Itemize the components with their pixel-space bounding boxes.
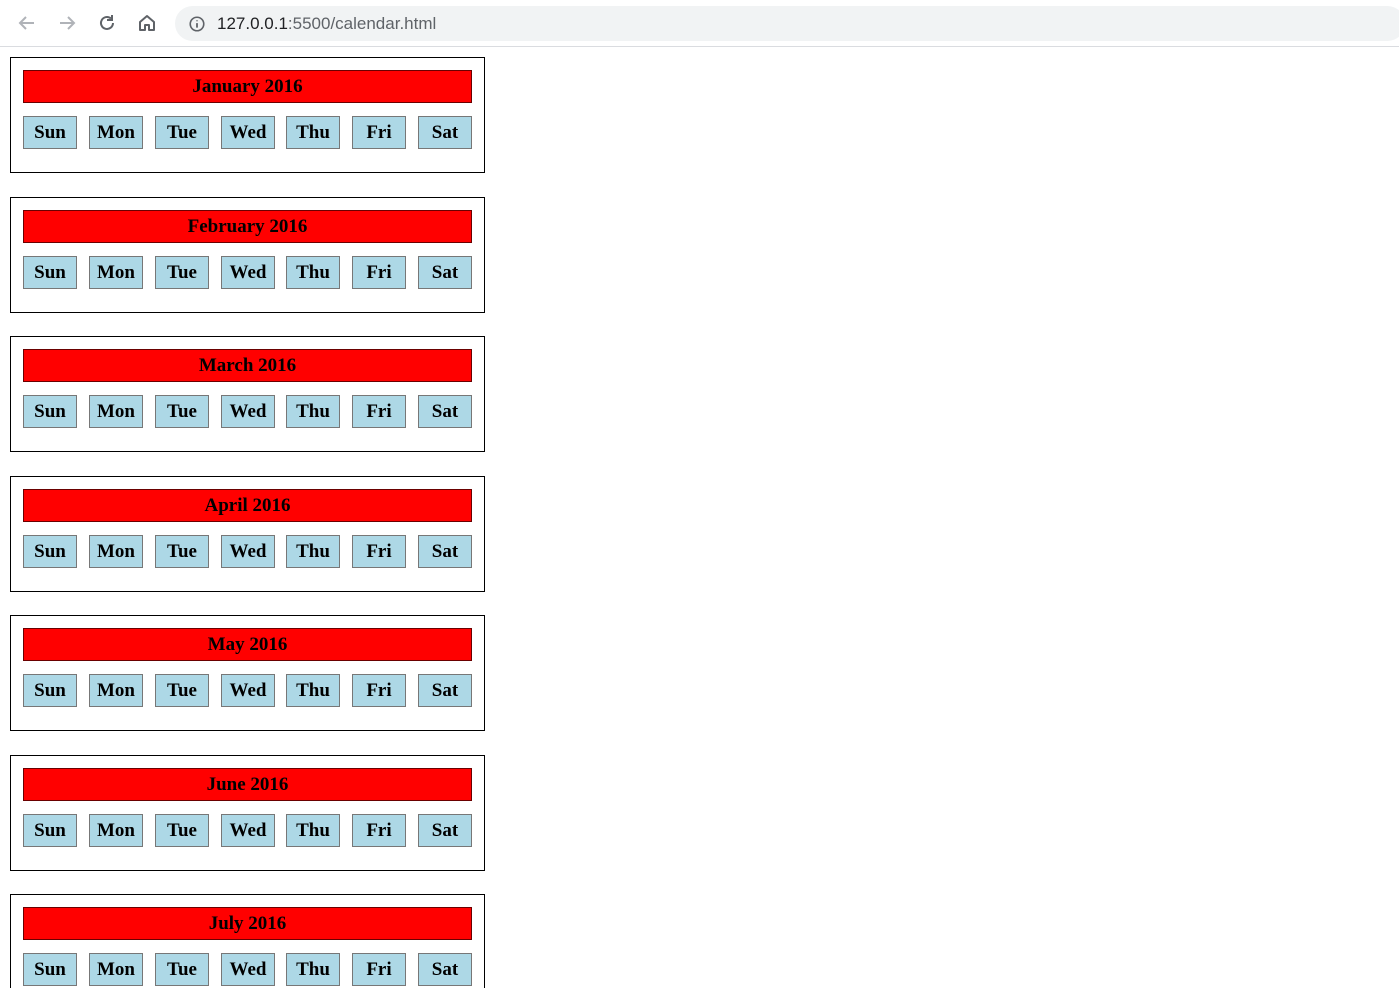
arrow-right-icon	[60, 16, 76, 30]
weekday-header-sat: Sat	[418, 116, 472, 149]
month-calendar: February 2016 Sun Mon Tue Wed Thu Fri Sat	[10, 197, 485, 313]
month-calendar: July 2016 Sun Mon Tue Wed Thu Fri Sat	[10, 894, 485, 988]
weekday-header-sat: Sat	[418, 395, 472, 428]
weekday-header-sun: Sun	[23, 116, 77, 149]
weekday-header-mon: Mon	[89, 256, 143, 289]
weekday-header-fri: Fri	[352, 256, 406, 289]
home-button[interactable]	[131, 7, 163, 39]
weekday-header-thu: Thu	[286, 395, 340, 428]
weekday-header-sat: Sat	[418, 535, 472, 568]
weekday-header-fri: Fri	[352, 814, 406, 847]
weekday-header-thu: Thu	[286, 814, 340, 847]
weekday-header-mon: Mon	[89, 953, 143, 986]
weekday-header-sat: Sat	[418, 256, 472, 289]
address-bar[interactable]: 127.0.0.1:5500/calendar.html	[175, 6, 1399, 41]
weekday-header-wed: Wed	[221, 395, 275, 428]
weekday-header-wed: Wed	[221, 116, 275, 149]
weekday-header-thu: Thu	[286, 116, 340, 149]
month-calendar: June 2016 Sun Mon Tue Wed Thu Fri Sat	[10, 755, 485, 871]
weekday-header-tue: Tue	[155, 814, 209, 847]
site-info-icon[interactable]	[187, 14, 207, 34]
month-title: February 2016	[23, 210, 472, 243]
weekday-header-tue: Tue	[155, 395, 209, 428]
page-content: January 2016 Sun Mon Tue Wed Thu Fri Sat Februar…	[0, 47, 1399, 988]
back-button[interactable]	[11, 7, 43, 39]
weekday-header-sat: Sat	[418, 953, 472, 986]
weekday-header-tue: Tue	[155, 535, 209, 568]
weekday-header-tue: Tue	[155, 674, 209, 707]
weekday-header-thu: Thu	[286, 535, 340, 568]
weekday-header-fri: Fri	[352, 395, 406, 428]
forward-button[interactable]	[51, 7, 83, 39]
browser-toolbar: 127.0.0.1:5500/calendar.html	[0, 0, 1399, 47]
month-title: April 2016	[23, 489, 472, 522]
url-host: 127.0.0.1	[217, 13, 288, 33]
weekday-header-mon: Mon	[89, 674, 143, 707]
weekday-header-mon: Mon	[89, 395, 143, 428]
month-calendar: March 2016 Sun Mon Tue Wed Thu Fri Sat	[10, 336, 485, 452]
weekday-header-fri: Fri	[352, 535, 406, 568]
weekday-header-tue: Tue	[155, 116, 209, 149]
home-icon	[139, 15, 155, 31]
weekday-header-sun: Sun	[23, 814, 77, 847]
month-calendar: May 2016 Sun Mon Tue Wed Thu Fri Sat	[10, 615, 485, 731]
weekday-header-sun: Sun	[23, 535, 77, 568]
month-title: January 2016	[23, 70, 472, 103]
url-path: :5500/calendar.html	[287, 13, 437, 33]
weekday-header-sun: Sun	[23, 395, 77, 428]
weekday-header-wed: Wed	[221, 256, 275, 289]
weekday-header-fri: Fri	[352, 953, 406, 986]
weekday-header-thu: Thu	[286, 256, 340, 289]
weekday-header-sat: Sat	[418, 674, 472, 707]
month-title: May 2016	[23, 628, 472, 661]
weekday-header-mon: Mon	[89, 116, 143, 149]
month-calendar: January 2016 Sun Mon Tue Wed Thu Fri Sat	[10, 57, 485, 173]
weekday-header-sun: Sun	[23, 953, 77, 986]
weekday-header-thu: Thu	[286, 674, 340, 707]
month-title: March 2016	[23, 349, 472, 382]
weekday-header-thu: Thu	[286, 953, 340, 986]
weekday-header-fri: Fri	[352, 116, 406, 149]
weekday-header-wed: Wed	[221, 535, 275, 568]
reload-button[interactable]	[91, 7, 123, 39]
weekday-header-wed: Wed	[221, 953, 275, 986]
weekday-header-sun: Sun	[23, 256, 77, 289]
weekday-header-wed: Wed	[221, 674, 275, 707]
weekday-header-fri: Fri	[352, 674, 406, 707]
weekday-header-wed: Wed	[221, 814, 275, 847]
arrow-left-icon	[18, 16, 34, 30]
month-title: June 2016	[23, 768, 472, 801]
weekday-header-tue: Tue	[155, 953, 209, 986]
weekday-header-tue: Tue	[155, 256, 209, 289]
reload-icon	[100, 15, 114, 30]
weekday-header-mon: Mon	[89, 535, 143, 568]
weekday-header-sun: Sun	[23, 674, 77, 707]
month-title: July 2016	[23, 907, 472, 940]
weekday-header-mon: Mon	[89, 814, 143, 847]
weekday-header-sat: Sat	[418, 814, 472, 847]
url-text[interactable]: 127.0.0.1:5500/calendar.html	[217, 14, 436, 34]
month-calendar: April 2016 Sun Mon Tue Wed Thu Fri Sat	[10, 476, 485, 592]
